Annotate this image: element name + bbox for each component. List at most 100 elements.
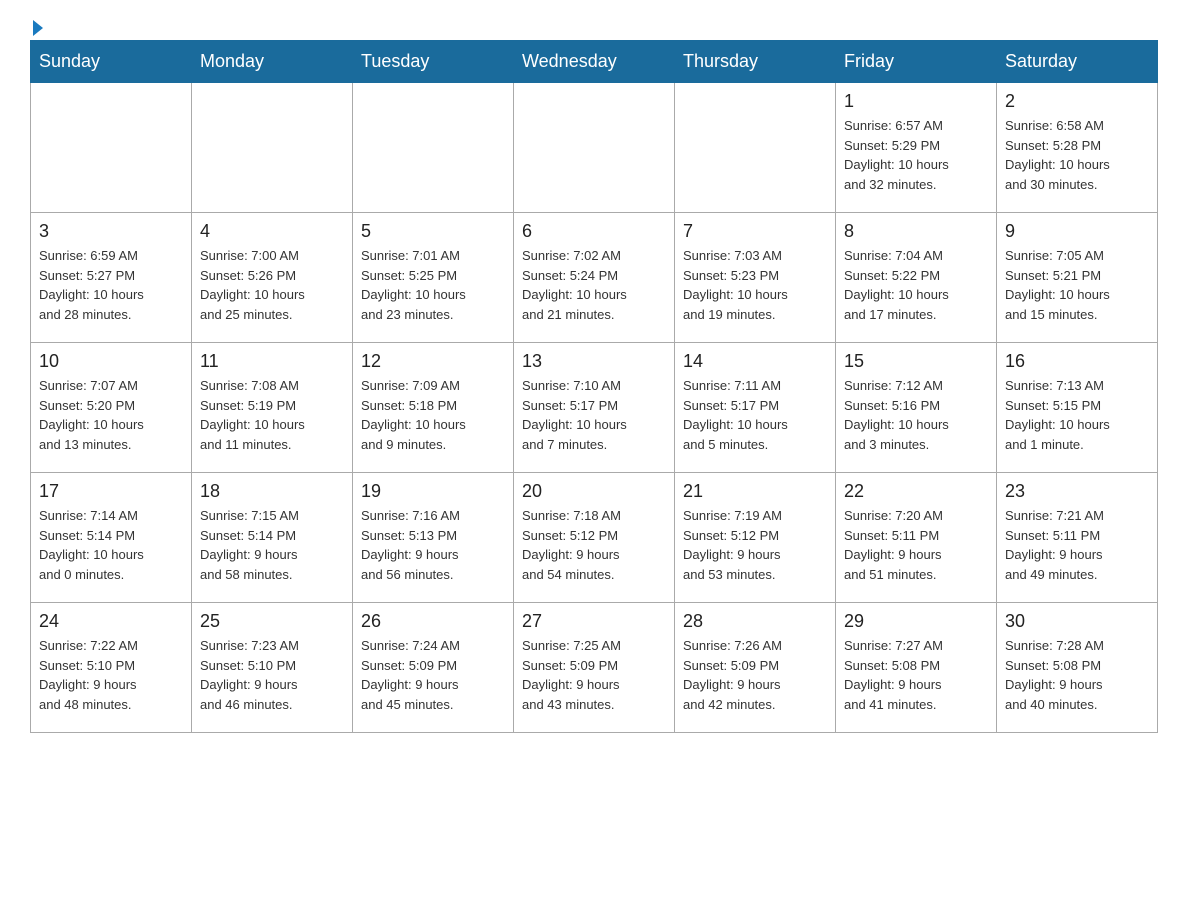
day-number: 15 xyxy=(844,351,988,372)
logo xyxy=(30,20,43,30)
calendar-cell: 13 Sunrise: 7:10 AM Sunset: 5:17 PM Dayli… xyxy=(514,343,675,473)
day-number: 26 xyxy=(361,611,505,632)
day-info: Sunrise: 7:15 AM Sunset: 5:14 PM Dayligh… xyxy=(200,506,344,584)
day-info: Sunrise: 6:59 AM Sunset: 5:27 PM Dayligh… xyxy=(39,246,183,324)
calendar-body: 1 Sunrise: 6:57 AM Sunset: 5:29 PM Daylig… xyxy=(31,83,1158,733)
day-number: 11 xyxy=(200,351,344,372)
day-info: Sunrise: 7:26 AM Sunset: 5:09 PM Dayligh… xyxy=(683,636,827,714)
calendar-week-row: 24 Sunrise: 7:22 AM Sunset: 5:10 PM Dayli… xyxy=(31,603,1158,733)
calendar-cell: 22 Sunrise: 7:20 AM Sunset: 5:11 PM Dayli… xyxy=(836,473,997,603)
calendar-cell: 25Sunrise: 7:23 AM Sunset: 5:10 PM Dayli… xyxy=(192,603,353,733)
header-thursday: Thursday xyxy=(675,41,836,83)
day-number: 14 xyxy=(683,351,827,372)
calendar-cell: 10Sunrise: 7:07 AM Sunset: 5:20 PM Dayli… xyxy=(31,343,192,473)
calendar-cell: 27 Sunrise: 7:25 AM Sunset: 5:09 PM Dayli… xyxy=(514,603,675,733)
day-info: Sunrise: 7:05 AM Sunset: 5:21 PM Dayligh… xyxy=(1005,246,1149,324)
day-number: 7 xyxy=(683,221,827,242)
day-info: Sunrise: 7:04 AM Sunset: 5:22 PM Dayligh… xyxy=(844,246,988,324)
weekday-header-row: Sunday Monday Tuesday Wednesday Thursday… xyxy=(31,41,1158,83)
day-info: Sunrise: 7:25 AM Sunset: 5:09 PM Dayligh… xyxy=(522,636,666,714)
day-number: 22 xyxy=(844,481,988,502)
calendar-cell: 3 Sunrise: 6:59 AM Sunset: 5:27 PM Daylig… xyxy=(31,213,192,343)
day-number: 6 xyxy=(522,221,666,242)
day-number: 30 xyxy=(1005,611,1149,632)
header-saturday: Saturday xyxy=(997,41,1158,83)
calendar-cell: 30 Sunrise: 7:28 AM Sunset: 5:08 PM Dayli… xyxy=(997,603,1158,733)
header-tuesday: Tuesday xyxy=(353,41,514,83)
header-friday: Friday xyxy=(836,41,997,83)
day-number: 18 xyxy=(200,481,344,502)
day-info: Sunrise: 7:12 AM Sunset: 5:16 PM Dayligh… xyxy=(844,376,988,454)
calendar-week-row: 17 Sunrise: 7:14 AM Sunset: 5:14 PM Dayli… xyxy=(31,473,1158,603)
calendar-cell: 2 Sunrise: 6:58 AM Sunset: 5:28 PM Daylig… xyxy=(997,83,1158,213)
day-info: Sunrise: 7:27 AM Sunset: 5:08 PM Dayligh… xyxy=(844,636,988,714)
header-sunday: Sunday xyxy=(31,41,192,83)
calendar-cell: 24 Sunrise: 7:22 AM Sunset: 5:10 PM Dayli… xyxy=(31,603,192,733)
calendar-cell: 8 Sunrise: 7:04 AM Sunset: 5:22 PM Daylig… xyxy=(836,213,997,343)
calendar-cell: 7Sunrise: 7:03 AM Sunset: 5:23 PM Daylig… xyxy=(675,213,836,343)
day-number: 4 xyxy=(200,221,344,242)
day-info: Sunrise: 7:24 AM Sunset: 5:09 PM Dayligh… xyxy=(361,636,505,714)
calendar-cell: 29 Sunrise: 7:27 AM Sunset: 5:08 PM Dayli… xyxy=(836,603,997,733)
day-info: Sunrise: 7:19 AM Sunset: 5:12 PM Dayligh… xyxy=(683,506,827,584)
calendar-table: Sunday Monday Tuesday Wednesday Thursday… xyxy=(30,40,1158,733)
day-info: Sunrise: 7:01 AM Sunset: 5:25 PM Dayligh… xyxy=(361,246,505,324)
day-info: Sunrise: 7:22 AM Sunset: 5:10 PM Dayligh… xyxy=(39,636,183,714)
day-info: Sunrise: 7:08 AM Sunset: 5:19 PM Dayligh… xyxy=(200,376,344,454)
day-number: 3 xyxy=(39,221,183,242)
day-info: Sunrise: 6:58 AM Sunset: 5:28 PM Dayligh… xyxy=(1005,116,1149,194)
calendar-cell: 9 Sunrise: 7:05 AM Sunset: 5:21 PM Daylig… xyxy=(997,213,1158,343)
calendar-cell: 26 Sunrise: 7:24 AM Sunset: 5:09 PM Dayli… xyxy=(353,603,514,733)
calendar-cell: 14 Sunrise: 7:11 AM Sunset: 5:17 PM Dayli… xyxy=(675,343,836,473)
day-number: 16 xyxy=(1005,351,1149,372)
day-info: Sunrise: 7:16 AM Sunset: 5:13 PM Dayligh… xyxy=(361,506,505,584)
calendar-cell xyxy=(353,83,514,213)
day-number: 17 xyxy=(39,481,183,502)
day-info: Sunrise: 7:11 AM Sunset: 5:17 PM Dayligh… xyxy=(683,376,827,454)
day-number: 8 xyxy=(844,221,988,242)
calendar-cell: 1 Sunrise: 6:57 AM Sunset: 5:29 PM Daylig… xyxy=(836,83,997,213)
logo-arrow-icon xyxy=(33,20,43,36)
header-wednesday: Wednesday xyxy=(514,41,675,83)
calendar-cell: 21 Sunrise: 7:19 AM Sunset: 5:12 PM Dayli… xyxy=(675,473,836,603)
day-info: Sunrise: 7:00 AM Sunset: 5:26 PM Dayligh… xyxy=(200,246,344,324)
calendar-cell: 5Sunrise: 7:01 AM Sunset: 5:25 PM Daylig… xyxy=(353,213,514,343)
day-info: Sunrise: 7:13 AM Sunset: 5:15 PM Dayligh… xyxy=(1005,376,1149,454)
day-info: Sunrise: 7:23 AM Sunset: 5:10 PM Dayligh… xyxy=(200,636,344,714)
day-number: 13 xyxy=(522,351,666,372)
day-info: Sunrise: 7:10 AM Sunset: 5:17 PM Dayligh… xyxy=(522,376,666,454)
day-number: 21 xyxy=(683,481,827,502)
day-number: 24 xyxy=(39,611,183,632)
day-info: Sunrise: 7:20 AM Sunset: 5:11 PM Dayligh… xyxy=(844,506,988,584)
calendar-cell: 17 Sunrise: 7:14 AM Sunset: 5:14 PM Dayli… xyxy=(31,473,192,603)
day-number: 20 xyxy=(522,481,666,502)
day-number: 27 xyxy=(522,611,666,632)
calendar-cell: 4 Sunrise: 7:00 AM Sunset: 5:26 PM Daylig… xyxy=(192,213,353,343)
calendar-cell: 19Sunrise: 7:16 AM Sunset: 5:13 PM Dayli… xyxy=(353,473,514,603)
day-info: Sunrise: 6:57 AM Sunset: 5:29 PM Dayligh… xyxy=(844,116,988,194)
calendar-cell xyxy=(514,83,675,213)
calendar-week-row: 10Sunrise: 7:07 AM Sunset: 5:20 PM Dayli… xyxy=(31,343,1158,473)
header-monday: Monday xyxy=(192,41,353,83)
calendar-cell: 6Sunrise: 7:02 AM Sunset: 5:24 PM Daylig… xyxy=(514,213,675,343)
day-info: Sunrise: 7:14 AM Sunset: 5:14 PM Dayligh… xyxy=(39,506,183,584)
calendar-cell: 20 Sunrise: 7:18 AM Sunset: 5:12 PM Dayli… xyxy=(514,473,675,603)
calendar-cell: 15 Sunrise: 7:12 AM Sunset: 5:16 PM Dayli… xyxy=(836,343,997,473)
day-info: Sunrise: 7:09 AM Sunset: 5:18 PM Dayligh… xyxy=(361,376,505,454)
day-info: Sunrise: 7:18 AM Sunset: 5:12 PM Dayligh… xyxy=(522,506,666,584)
day-number: 1 xyxy=(844,91,988,112)
day-info: Sunrise: 7:07 AM Sunset: 5:20 PM Dayligh… xyxy=(39,376,183,454)
calendar-week-row: 1 Sunrise: 6:57 AM Sunset: 5:29 PM Daylig… xyxy=(31,83,1158,213)
calendar-cell: 16 Sunrise: 7:13 AM Sunset: 5:15 PM Dayli… xyxy=(997,343,1158,473)
calendar-cell xyxy=(192,83,353,213)
calendar-week-row: 3 Sunrise: 6:59 AM Sunset: 5:27 PM Daylig… xyxy=(31,213,1158,343)
page-header xyxy=(30,20,1158,30)
calendar-cell: 18 Sunrise: 7:15 AM Sunset: 5:14 PM Dayli… xyxy=(192,473,353,603)
day-number: 12 xyxy=(361,351,505,372)
calendar-cell: 11 Sunrise: 7:08 AM Sunset: 5:19 PM Dayli… xyxy=(192,343,353,473)
day-number: 29 xyxy=(844,611,988,632)
day-info: Sunrise: 7:28 AM Sunset: 5:08 PM Dayligh… xyxy=(1005,636,1149,714)
day-number: 2 xyxy=(1005,91,1149,112)
day-number: 23 xyxy=(1005,481,1149,502)
day-number: 9 xyxy=(1005,221,1149,242)
